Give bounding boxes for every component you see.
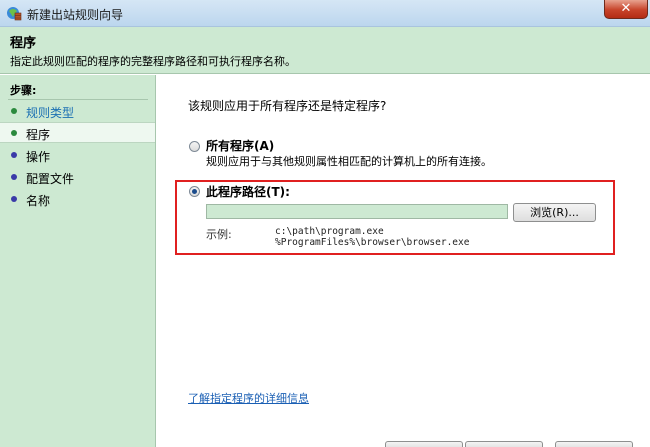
close-icon: ✕ — [620, 1, 632, 16]
program-path-radio[interactable] — [189, 186, 200, 197]
all-programs-label[interactable]: 所有程序(A) — [206, 137, 274, 154]
wizard-header: 程序 指定此规则匹配的程序的完整程序路径和可执行程序名称。 — [0, 27, 650, 74]
learn-more-link[interactable]: 了解指定程序的详细信息 — [188, 390, 309, 406]
step-done-bullet-icon — [11, 108, 17, 114]
program-path-label[interactable]: 此程序路径(T): — [206, 183, 290, 200]
window-title: 新建出站规则向导 — [27, 8, 124, 22]
cancel-button[interactable] — [555, 441, 633, 447]
browse-button[interactable]: 浏览(R)... — [513, 203, 596, 222]
example-label: 示例: — [206, 228, 232, 241]
title-bar: 新建出站规则向导 ✕ — [0, 0, 650, 27]
sidebar-item-label: 规则类型 — [26, 106, 75, 120]
sidebar-item-label: 程序 — [26, 128, 51, 142]
sidebar-item-label: 名称 — [26, 194, 51, 208]
steps-divider — [8, 99, 148, 100]
main-panel: 该规则应用于所有程序还是特定程序? 所有程序(A) 规则应用于与其他规则属性相匹… — [157, 75, 650, 447]
step-pending-bullet-icon — [11, 174, 17, 180]
firewall-app-icon — [7, 7, 22, 21]
step-pending-bullet-icon — [11, 152, 17, 158]
sidebar-item-name: 名称 — [0, 189, 155, 210]
sidebar-item-program[interactable]: 程序 — [0, 122, 155, 143]
sidebar-item-action: 操作 — [0, 145, 155, 166]
example-path-line: %ProgramFiles%\browser\browser.exe — [275, 237, 470, 248]
all-programs-radio[interactable] — [189, 141, 200, 152]
example-path-line: c:\path\program.exe — [275, 226, 384, 237]
sidebar-item-profile: 配置文件 — [0, 167, 155, 188]
sidebar-item-label: 操作 — [26, 150, 51, 164]
step-pending-bullet-icon — [11, 196, 17, 202]
next-button[interactable] — [465, 441, 543, 447]
step-current-bullet-icon — [11, 130, 17, 136]
page-title: 程序 — [10, 36, 37, 51]
steps-label: 步骤: — [10, 84, 37, 97]
steps-sidebar: 步骤: 规则类型 程序 操作 配置文件 名称 — [0, 75, 156, 447]
program-scope-question: 该规则应用于所有程序还是特定程序? — [188, 99, 387, 113]
sidebar-item-rule-type[interactable]: 规则类型 — [0, 101, 155, 122]
all-programs-description: 规则应用于与其他规则属性相匹配的计算机上的所有连接。 — [206, 155, 492, 168]
program-path-input[interactable] — [206, 204, 508, 219]
sidebar-item-label: 配置文件 — [26, 172, 75, 186]
back-button[interactable] — [385, 441, 463, 447]
page-subtitle: 指定此规则匹配的程序的完整程序路径和可执行程序名称。 — [10, 55, 296, 68]
close-button[interactable]: ✕ — [604, 0, 648, 19]
